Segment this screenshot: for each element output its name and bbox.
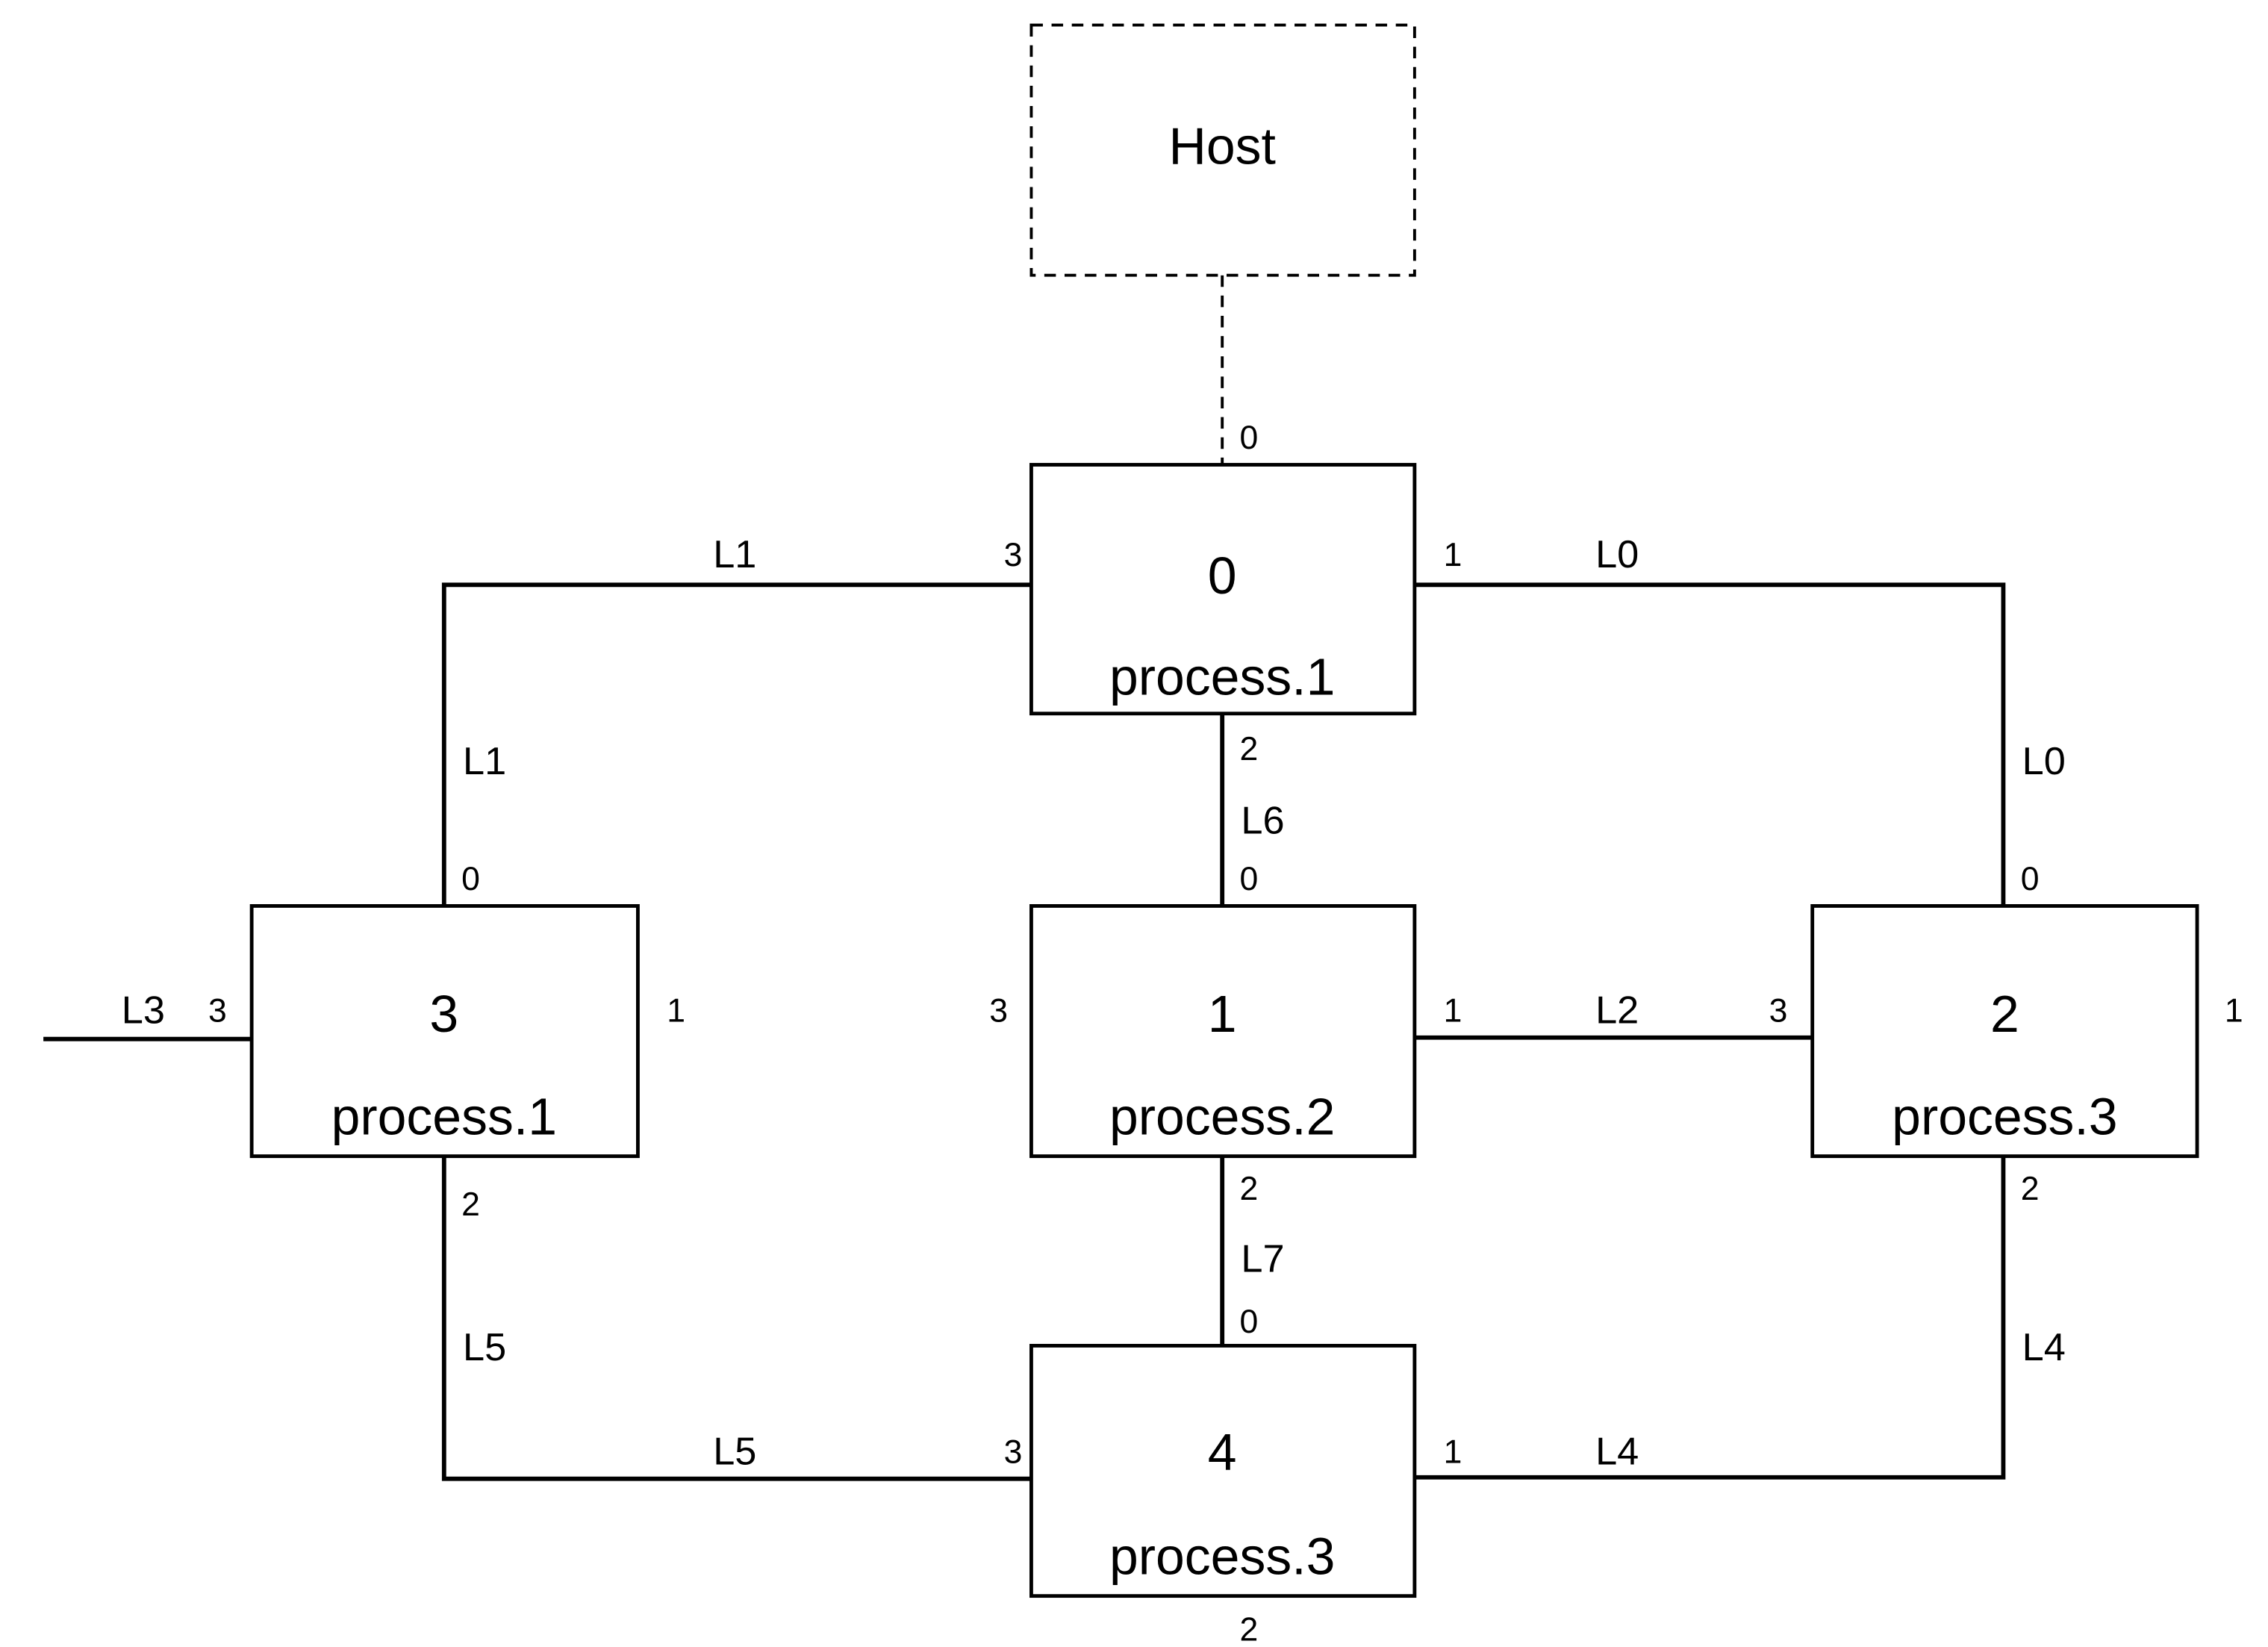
node-process: process.3 <box>1892 1088 2117 1146</box>
node-0: 0 process.1 <box>1029 463 1417 716</box>
node-id: 0 <box>1208 547 1237 605</box>
node-process: process.1 <box>331 1088 557 1146</box>
port-label: 0 <box>461 861 480 897</box>
link-label-L7: L7 <box>1241 1238 1284 1281</box>
port-label: 3 <box>1004 537 1023 573</box>
port-label: 2 <box>461 1186 480 1223</box>
port-label: 0 <box>2021 861 2040 897</box>
port-label: 3 <box>989 992 1008 1029</box>
port-label: 1 <box>667 992 685 1029</box>
node-process: process.2 <box>1109 1088 1335 1146</box>
link-label-L4: L4 <box>2022 1326 2066 1369</box>
port-label: 3 <box>1004 1433 1023 1470</box>
node-2: 2 process.3 <box>1810 904 2199 1159</box>
host-box: Host <box>1029 23 1416 277</box>
node-process: process.3 <box>1109 1528 1335 1586</box>
port-label: 0 <box>1239 861 1258 897</box>
port-label: 1 <box>2225 992 2243 1029</box>
link-L4 <box>1414 1156 2006 1480</box>
link-label-L3: L3 <box>122 988 165 1032</box>
link-label-L1: L1 <box>713 533 756 576</box>
link-label-L1: L1 <box>463 740 506 783</box>
port-label: 0 <box>1239 1304 1258 1340</box>
port-label: 2 <box>1239 1612 1258 1647</box>
node-id: 3 <box>429 985 458 1043</box>
node-4: 4 process.3 <box>1029 1344 1417 1598</box>
port-label: 2 <box>1239 1171 1258 1207</box>
link-label-L2: L2 <box>1595 988 1639 1032</box>
port-label: 1 <box>1444 537 1462 573</box>
node-3: 3 process.1 <box>249 904 640 1159</box>
link-label-L4: L4 <box>1595 1430 1639 1473</box>
port-label: 3 <box>208 992 227 1029</box>
network-diagram: Host 0 0 process.1 1 process.2 2 process… <box>43 23 2243 1647</box>
port-label: 3 <box>1769 992 1788 1029</box>
link-L1 <box>441 582 1032 906</box>
node-id: 4 <box>1208 1423 1237 1481</box>
node-1: 1 process.2 <box>1029 904 1417 1159</box>
host-port-label: 0 <box>1239 420 1258 456</box>
link-label-L5: L5 <box>713 1430 756 1473</box>
host-label: Host <box>1168 117 1275 175</box>
port-label: 1 <box>1444 992 1462 1029</box>
link-L0 <box>1414 582 2006 906</box>
node-process: process.1 <box>1109 648 1335 706</box>
port-label: 2 <box>1239 731 1258 768</box>
port-label: 1 <box>1444 1433 1462 1470</box>
link-label-L0: L0 <box>1595 533 1639 576</box>
link-label-L6: L6 <box>1241 800 1284 843</box>
link-label-L0: L0 <box>2022 740 2066 783</box>
node-id: 2 <box>1990 985 2019 1043</box>
link-label-L5: L5 <box>463 1326 506 1369</box>
node-id: 1 <box>1208 985 1237 1043</box>
port-label: 2 <box>2021 1171 2040 1207</box>
